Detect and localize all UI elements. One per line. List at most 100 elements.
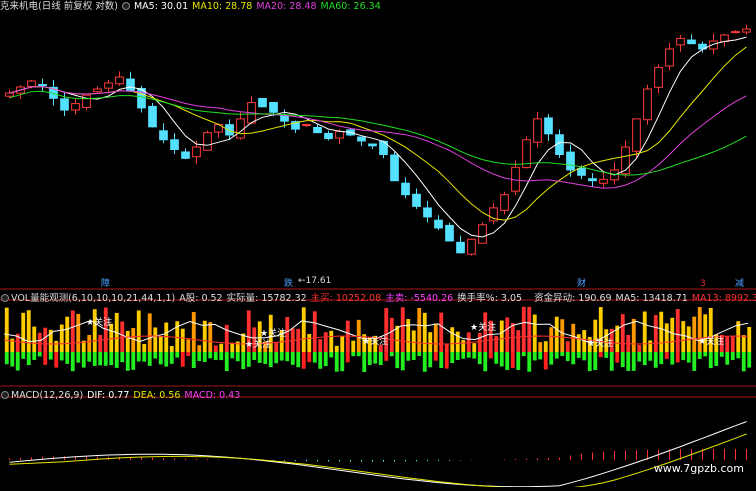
volume-bar (312, 311, 317, 352)
candle-body (148, 105, 157, 128)
volume-bar (307, 333, 312, 352)
volume-neg-bar (543, 352, 548, 370)
event-marker[interactable]: 3 (700, 279, 706, 290)
volume-neg-bar (290, 352, 295, 365)
volume-neg-bar (708, 352, 713, 369)
volume-neg-bar (43, 352, 48, 365)
volume-bar (549, 327, 554, 352)
volume-neg-bar (125, 352, 130, 371)
volume-neg-bar (241, 352, 246, 370)
volume-bar (516, 330, 521, 352)
volume-bar (186, 339, 191, 352)
volume-neg-bar (703, 352, 708, 357)
volume-neg-bar (444, 352, 449, 369)
watermark: www.7gpzb.com (653, 462, 744, 475)
candle-body (225, 124, 234, 136)
candle-body (467, 238, 476, 255)
volume-neg-bar (736, 352, 741, 359)
volume-bar (76, 313, 81, 352)
volume-bar (725, 336, 730, 352)
vol-ma5-value: MA5: 13418.71 (615, 293, 688, 304)
volume-bar (191, 312, 196, 352)
volume-neg-bar (538, 352, 543, 360)
macd-header: MACD(12,26,9) DIF: 0.77 DEA: 0.56 MACD: 0.4… (0, 389, 244, 403)
volume-bar (329, 330, 334, 352)
main-sell-value: 主卖: -5540.26 (385, 293, 454, 304)
volume-neg-bar (252, 352, 257, 361)
focus-text: 关注 (478, 323, 497, 333)
candle-body (654, 66, 663, 88)
volume-bar (213, 345, 218, 352)
event-marker[interactable]: 财 (577, 279, 586, 290)
volume-neg-bar (560, 352, 565, 357)
settings-dot-icon[interactable] (1, 294, 9, 302)
volume-neg-bar (554, 352, 559, 359)
volume-neg-bar (571, 352, 576, 365)
volume-bar (741, 335, 746, 352)
volume-bar (323, 332, 328, 352)
volume-neg-bar (450, 352, 455, 364)
candle-body (566, 151, 575, 171)
volume-neg-bar (114, 352, 119, 368)
volume-bar (230, 342, 235, 352)
candle-body (665, 48, 674, 67)
turnover-value: 换手率%: 3.05 (457, 293, 523, 304)
volume-neg-bar (642, 352, 647, 366)
candle-body (588, 178, 597, 182)
focus-text: 关注 (595, 339, 614, 349)
candle-body (445, 224, 454, 242)
candle-body (456, 241, 465, 254)
volume-neg-bar (466, 352, 471, 358)
focus-tag: ★关注 (86, 318, 113, 328)
event-marker[interactable]: 障 (101, 279, 110, 290)
settings-dot-icon[interactable] (121, 2, 130, 10)
volume-neg-bar (697, 352, 702, 359)
volume-bar (334, 345, 339, 352)
volume-bar (351, 340, 356, 352)
chart-canvas (0, 25, 756, 489)
candle-body (203, 132, 212, 151)
volume-bar (560, 319, 565, 352)
volume-bar (439, 312, 444, 352)
volume-neg-bar (153, 352, 158, 359)
volume-neg-bar (692, 352, 697, 371)
volume-bar (296, 328, 301, 352)
volume-neg-bar (472, 352, 477, 359)
volume-neg-bar (26, 352, 31, 366)
volume-neg-bar (681, 352, 686, 361)
candle-body (643, 88, 652, 121)
volume-neg-bar (384, 352, 389, 361)
volume-bar (527, 306, 532, 352)
volume-neg-bar (631, 352, 636, 371)
volume-bar (461, 340, 466, 352)
candle-body (280, 115, 289, 122)
volume-neg-bar (92, 352, 97, 366)
volume-neg-bar (219, 352, 224, 361)
event-marker[interactable]: 减 (735, 279, 744, 290)
settings-dot-icon[interactable] (1, 391, 9, 399)
volume-bar (565, 341, 570, 352)
candle-body (159, 130, 168, 141)
macd-indicator-name: MACD(12,26,9) (11, 390, 84, 401)
volume-neg-bar (653, 352, 658, 368)
volume-neg-bar (356, 352, 361, 357)
volume-neg-bar (378, 352, 383, 366)
candle-body (533, 118, 542, 143)
event-marker[interactable]: 跌 (284, 279, 293, 290)
volume-neg-bar (428, 352, 433, 368)
volume-neg-bar (609, 352, 614, 371)
volume-neg-bar (670, 352, 675, 365)
focus-tag: ★关注 (587, 339, 614, 349)
focus-tag: ★关注 (245, 340, 272, 350)
volume-neg-bar (180, 352, 185, 367)
volume-bar (120, 321, 125, 352)
volume-neg-bar (406, 352, 411, 361)
volume-neg-bar (70, 352, 75, 372)
volume-neg-bar (87, 352, 92, 362)
candle-body (423, 207, 432, 218)
volume-bar (125, 330, 130, 352)
volume-neg-bar (296, 352, 301, 368)
candle-body (401, 182, 410, 196)
candle-body (313, 126, 322, 134)
ma-label-ma5: MA5: 30.01 (133, 1, 189, 12)
